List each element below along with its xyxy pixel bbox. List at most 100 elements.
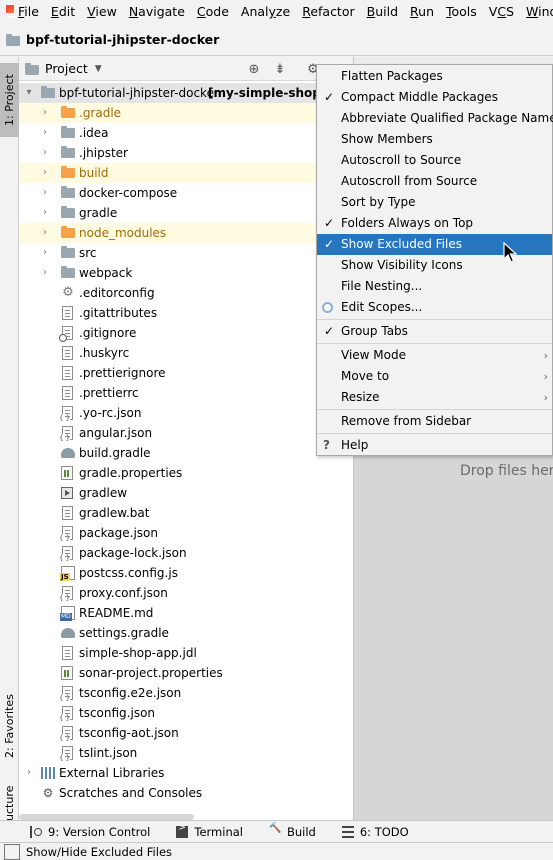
chevron-right-icon[interactable]: › (39, 203, 51, 223)
chevron-right-icon[interactable]: › (39, 223, 51, 243)
menu-item-show-members[interactable]: Show Members (317, 129, 552, 150)
menu-build[interactable]: Build (361, 0, 404, 24)
tool-tab-label: 9: Version Control (48, 824, 151, 839)
tree-row-jhipster[interactable]: › .jhipster (19, 143, 353, 163)
tree-row-build[interactable]: › build (19, 163, 353, 183)
tree-row-build-gradle[interactable]: build.gradle (19, 443, 353, 463)
tree-row-sonar-project-properties[interactable]: sonar-project.properties (19, 663, 353, 683)
tree-row-package-json[interactable]: package.json (19, 523, 353, 543)
breadcrumb-project-name[interactable]: bpf-tutorial-jhipster-docker (26, 32, 219, 47)
tree-row-angular-json[interactable]: angular.json (19, 423, 353, 443)
tool-tab-terminal[interactable]: Terminal (176, 823, 243, 839)
menu-item-remove-from-sidebar[interactable]: Remove from Sidebar (317, 411, 552, 432)
json-file-icon (59, 546, 75, 562)
menu-item-folders-always-on-top[interactable]: ✓ Folders Always on Top (317, 213, 552, 234)
tree-row-gitignore[interactable]: .gitignore (19, 323, 353, 343)
tree-row-prettierignore[interactable]: .prettierignore (19, 363, 353, 383)
menu-item-autoscroll-to-source[interactable]: Autoscroll to Source (317, 150, 552, 171)
tree-item-label: .huskyrc (79, 346, 130, 360)
chevron-right-icon[interactable]: › (23, 763, 35, 783)
menu-window[interactable]: Window (520, 0, 553, 24)
collapse-all-icon[interactable]: ⇟ (271, 60, 289, 78)
tree-row-simple-shop-app-jdl[interactable]: simple-shop-app.jdl (19, 643, 353, 663)
tree-row-postcss-config-js[interactable]: postcss.config.js (19, 563, 353, 583)
tree-row-yo-rc-json[interactable]: .yo-rc.json (19, 403, 353, 423)
tree-item-label: tsconfig-aot.json (79, 726, 179, 740)
tree-row-node-modules[interactable]: › node_modules (19, 223, 353, 243)
chevron-right-icon[interactable]: › (39, 263, 51, 283)
menu-vcs[interactable]: VCS (483, 0, 520, 24)
menu-item-view-mode[interactable]: View Mode › (317, 345, 552, 366)
tool-tab-6-todo[interactable]: 6: TODO (341, 825, 409, 839)
menu-item-compact-middle-packages[interactable]: ✓ Compact Middle Packages (317, 87, 552, 108)
tree-row-readme-md[interactable]: README.md (19, 603, 353, 623)
module-folder-icon (41, 86, 55, 100)
tool-tab-build[interactable]: Build (269, 823, 316, 839)
chevron-right-icon[interactable]: › (39, 143, 51, 163)
tree-row-editorconfig[interactable]: ⚙ .editorconfig (19, 283, 353, 303)
tree-item-label: gradle.properties (79, 466, 183, 480)
tree-row-proxy-conf-json[interactable]: proxy.conf.json (19, 583, 353, 603)
menu-file[interactable]: File (12, 0, 45, 24)
tree-row-gitattributes[interactable]: .gitattributes (19, 303, 353, 323)
tree-row-tsconfig-e2e-json[interactable]: tsconfig.e2e.json (19, 683, 353, 703)
menu-refactor[interactable]: Refactor (296, 0, 360, 24)
chevron-down-icon[interactable]: ▾ (23, 83, 35, 103)
tree-row-prettierrc[interactable]: .prettierrc (19, 383, 353, 403)
menu-analyze[interactable]: Analyze (235, 0, 296, 24)
menu-navigate[interactable]: Navigate (123, 0, 191, 24)
menu-item-autoscroll-from-source[interactable]: Autoscroll from Source (317, 171, 552, 192)
tree-row-idea[interactable]: › .idea (19, 123, 353, 143)
chevron-right-icon[interactable]: › (39, 243, 51, 263)
properties-file-icon (61, 466, 75, 480)
tree-row-project-root[interactable]: ▾ bpf-tutorial-jhipster-docker [my-simple-… (19, 83, 353, 103)
libraries-icon (41, 766, 55, 780)
menu-item-abbreviate-qualified-package-names[interactable]: Abbreviate Qualified Package Names (317, 108, 553, 129)
chevron-right-icon[interactable]: › (39, 123, 51, 143)
menu-item-file-nesting[interactable]: File Nesting... (317, 276, 552, 297)
menu-item-edit-scopes[interactable]: Edit Scopes... (317, 297, 552, 318)
tree-row-gradlew-bat[interactable]: gradlew.bat (19, 503, 353, 523)
menu-edit[interactable]: Edit (45, 0, 81, 24)
chevron-right-icon[interactable]: › (39, 103, 51, 123)
menu-item-group-tabs[interactable]: ✓ Group Tabs (317, 321, 552, 342)
tree-row-tsconfig-json[interactable]: tsconfig.json (19, 703, 353, 723)
tool-tab-favorites[interactable]: 2: Favorites (0, 685, 19, 767)
tree-row-settings-gradle[interactable]: settings.gradle (19, 623, 353, 643)
locate-icon[interactable]: ⊕ (245, 60, 263, 78)
tree-row-tslint-json[interactable]: tslint.json (19, 743, 353, 763)
tree-row-src[interactable]: › src (19, 243, 353, 263)
tree-row-docker-compose[interactable]: › docker-compose (19, 183, 353, 203)
menu-item-label: Sort by Type (341, 195, 416, 209)
tree-row-webpack[interactable]: › webpack (19, 263, 353, 283)
chevron-down-icon[interactable]: ▼ (95, 64, 102, 74)
tree-row-huskyrc[interactable]: .huskyrc (19, 343, 353, 363)
menu-item-help[interactable]: ? Help (317, 435, 552, 456)
menu-item-flatten-packages[interactable]: Flatten Packages (317, 66, 552, 87)
markdown-file-icon (60, 606, 75, 621)
tree-row-scratches[interactable]: ⚙ Scratches and Consoles (19, 783, 353, 803)
menu-code[interactable]: Code (191, 0, 235, 24)
menu-item-resize[interactable]: Resize › (317, 387, 552, 408)
menu-item-label: Folders Always on Top (341, 216, 474, 230)
tool-tab-project[interactable]: 1: Project (0, 63, 19, 137)
tool-windows-toggle-icon[interactable] (4, 843, 20, 860)
tree-row-tsconfig-aot-json[interactable]: tsconfig-aot.json (19, 723, 353, 743)
chevron-right-icon[interactable]: › (39, 183, 51, 203)
tree-row-gradlew[interactable]: gradlew (19, 483, 353, 503)
tree-row-gradle-properties[interactable]: gradle.properties (19, 463, 353, 483)
tree-row-gradle[interactable]: › gradle (19, 203, 353, 223)
menu-view[interactable]: View (81, 0, 123, 24)
json-file-icon (59, 586, 75, 602)
tree-row-external-libraries[interactable]: › External Libraries (19, 763, 353, 783)
excluded-folder-icon (61, 106, 75, 120)
menu-tools[interactable]: Tools (440, 0, 483, 24)
tool-tab-9-version-control[interactable]: 9: Version Control (30, 825, 150, 839)
tree-row-package-lock-json[interactable]: package-lock.json (19, 543, 353, 563)
menu-item-move-to[interactable]: Move to › (317, 366, 552, 387)
project-view-selector[interactable]: Project (45, 61, 88, 76)
menu-run[interactable]: Run (404, 0, 440, 24)
menu-item-sort-by-type[interactable]: Sort by Type (317, 192, 552, 213)
chevron-right-icon[interactable]: › (39, 163, 51, 183)
tree-row-gradle[interactable]: › .gradle (19, 103, 353, 123)
